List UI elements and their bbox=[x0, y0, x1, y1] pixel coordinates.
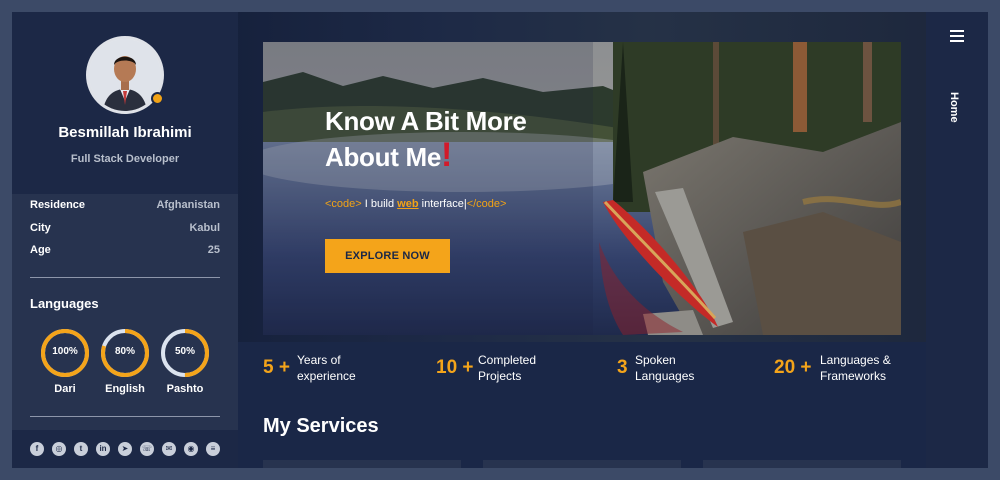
stat-years: 5 + Years of experience bbox=[263, 352, 403, 386]
info-value: Afghanistan bbox=[156, 199, 220, 211]
code-close-tag: </code> bbox=[466, 198, 507, 210]
whatsapp-icon[interactable]: ☏ bbox=[140, 442, 154, 456]
language-ring-english: 80% bbox=[100, 328, 150, 378]
services-heading: My Services bbox=[263, 415, 379, 437]
hero-title-line2: About Me! bbox=[325, 138, 625, 174]
hero-title-line1: Know A Bit More bbox=[325, 106, 527, 136]
typing-code-line: <code> I build web interface|</code> bbox=[325, 198, 506, 210]
stat-number: 5 + bbox=[263, 357, 290, 378]
language-ring-pashto: 50% bbox=[160, 328, 210, 378]
divider bbox=[30, 416, 220, 417]
info-value: Kabul bbox=[189, 222, 220, 234]
stat-line2: Projects bbox=[478, 369, 522, 383]
email-icon[interactable]: ✉ bbox=[162, 442, 176, 456]
hero-title: Know A Bit More About Me! bbox=[325, 104, 625, 174]
language-ring-dari: 100% bbox=[40, 328, 90, 378]
stat-text: Languages & Frameworks bbox=[820, 352, 891, 384]
lake-canoe-image bbox=[263, 42, 901, 335]
stat-projects: 10 + Completed Projects bbox=[436, 352, 586, 386]
stat-number: 10 + bbox=[436, 357, 474, 378]
stat-text: Completed Projects bbox=[478, 352, 536, 384]
code-open-tag: <code> bbox=[325, 198, 362, 210]
info-value: 25 bbox=[207, 244, 220, 256]
page-frame: Besmillah Ibrahimi Full Stack Developer … bbox=[12, 12, 988, 468]
divider bbox=[30, 277, 220, 278]
service-card[interactable] bbox=[703, 460, 901, 468]
exclamation-mark: ! bbox=[441, 136, 453, 174]
facebook-icon[interactable]: f bbox=[30, 442, 44, 456]
instagram-icon[interactable]: ◎ bbox=[52, 442, 66, 456]
code-text-before: I build bbox=[361, 198, 398, 210]
stat-line2: Frameworks bbox=[820, 369, 887, 383]
service-card[interactable] bbox=[483, 460, 681, 468]
stat-number: 3 bbox=[617, 357, 628, 378]
stat-text: Spoken Languages bbox=[635, 352, 694, 384]
right-nav-rail: Home bbox=[926, 12, 988, 468]
hero-banner: Know A Bit More About Me! <code> I build… bbox=[263, 42, 901, 335]
explore-now-button[interactable]: EXPLORE NOW bbox=[325, 239, 450, 273]
stackoverflow-icon[interactable]: ≡ bbox=[206, 442, 220, 456]
stat-text: Years of experience bbox=[297, 352, 356, 384]
stat-line2: Languages bbox=[635, 369, 695, 383]
linkedin-icon[interactable]: in bbox=[96, 442, 110, 456]
telegram-icon[interactable]: ➤ bbox=[118, 442, 132, 456]
stat-line1: Years of bbox=[297, 353, 341, 367]
language-percent: 100% bbox=[52, 346, 78, 357]
stat-languages: 3 Spoken Languages bbox=[617, 352, 747, 386]
profile-sidebar: Besmillah Ibrahimi Full Stack Developer … bbox=[12, 12, 238, 468]
hamburger-icon[interactable] bbox=[950, 30, 964, 44]
code-highlight: web bbox=[397, 198, 419, 210]
stat-number: 20 + bbox=[774, 357, 812, 378]
service-card[interactable] bbox=[263, 460, 461, 468]
stat-line1: Languages & bbox=[820, 353, 891, 367]
info-key: Residence bbox=[30, 199, 86, 211]
social-links-bar: f ◎ t in ➤ ☏ ✉ ◉ ≡ bbox=[12, 430, 238, 468]
profile-name: Besmillah Ibrahimi bbox=[58, 124, 192, 141]
info-key: Age bbox=[30, 244, 51, 256]
language-percent: 50% bbox=[174, 346, 195, 357]
nav-home-link[interactable]: Home bbox=[948, 92, 960, 123]
profile-role: Full Stack Developer bbox=[70, 153, 180, 165]
info-key: City bbox=[30, 222, 51, 234]
profile-card: Besmillah Ibrahimi Full Stack Developer bbox=[12, 12, 238, 194]
stat-line1: Spoken bbox=[635, 353, 676, 367]
stat-frameworks: 20 + Languages & Frameworks bbox=[774, 352, 924, 386]
code-text-after: interface| bbox=[418, 198, 467, 210]
language-label: Pashto bbox=[166, 383, 204, 395]
github-icon[interactable]: ◉ bbox=[184, 442, 198, 456]
stat-line2: experience bbox=[297, 369, 356, 383]
online-status-dot bbox=[151, 92, 164, 105]
twitter-icon[interactable]: t bbox=[74, 442, 88, 456]
hero-title-line2-text: About Me bbox=[325, 142, 442, 172]
stat-line1: Completed bbox=[478, 353, 537, 367]
language-percent: 80% bbox=[114, 346, 135, 357]
languages-title: Languages bbox=[30, 296, 99, 311]
